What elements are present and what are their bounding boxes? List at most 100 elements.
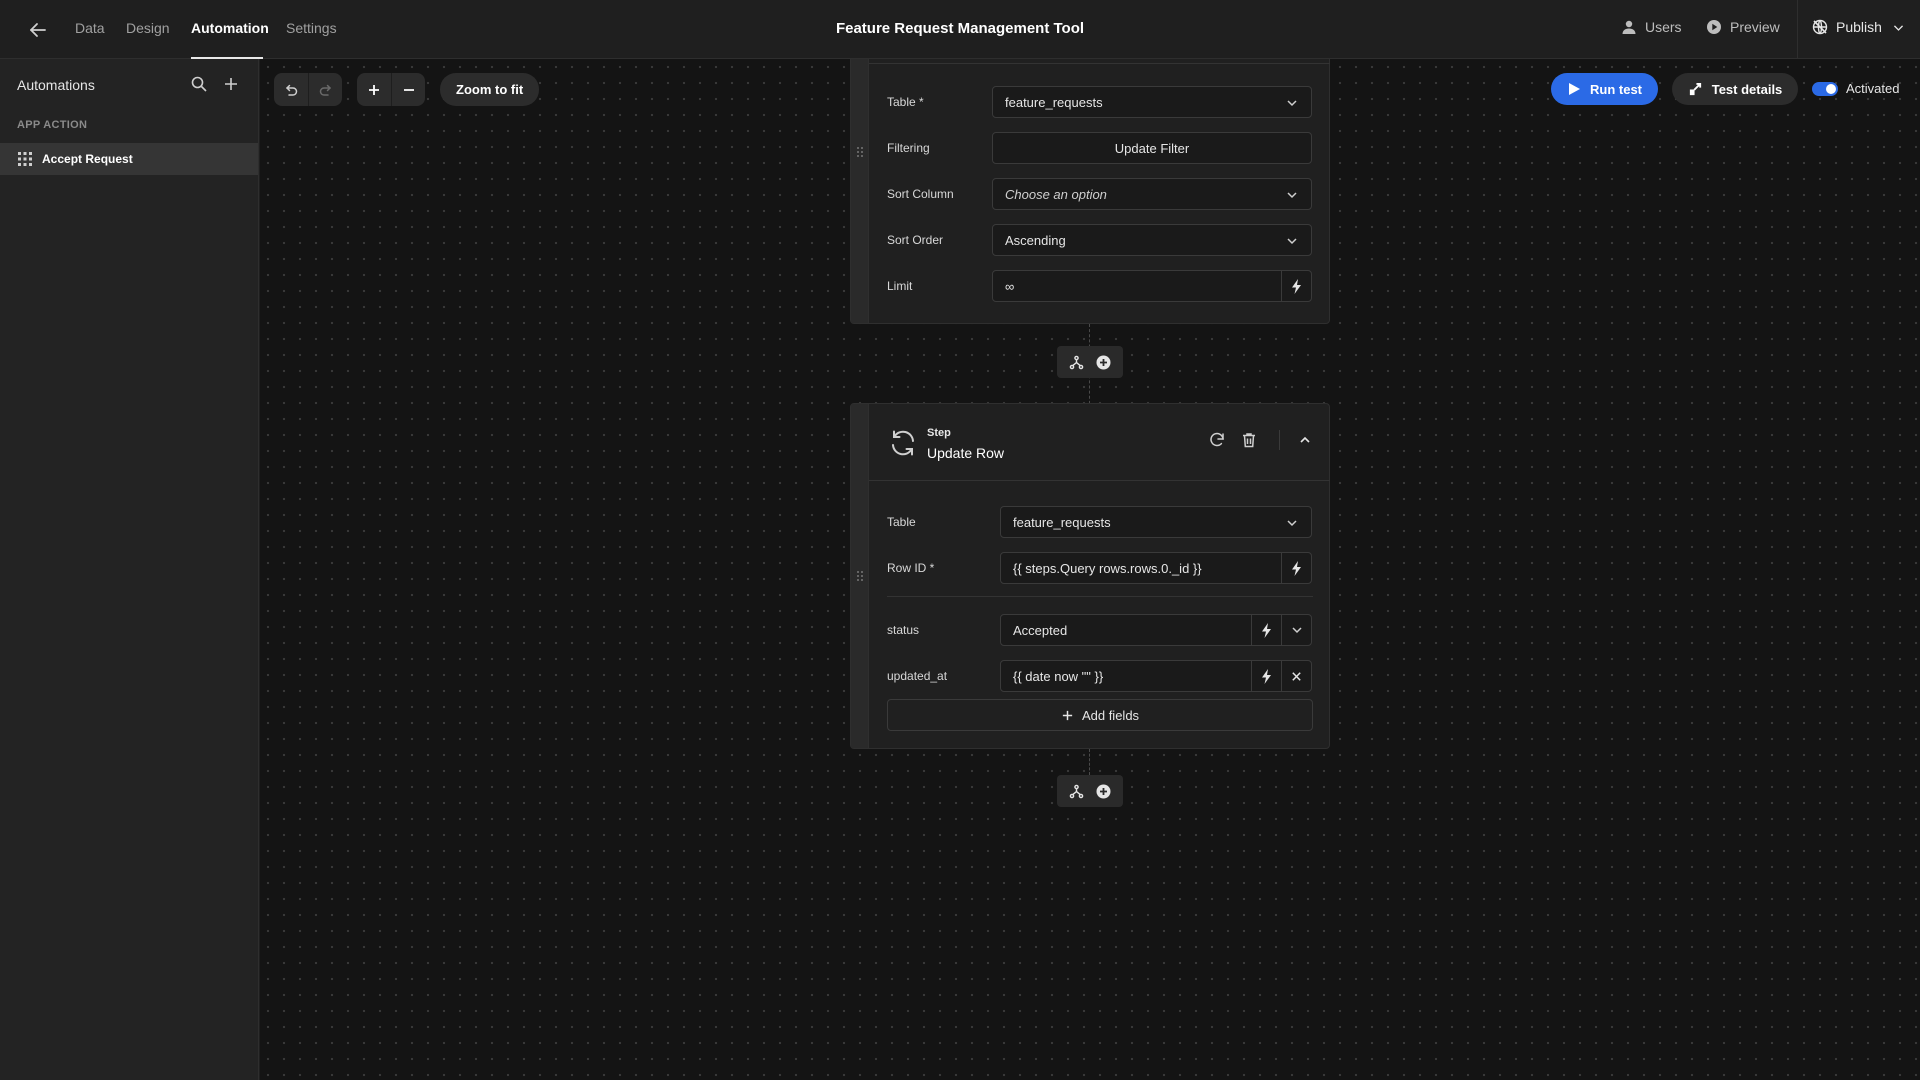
sort-column-label: Sort Column: [887, 187, 954, 201]
test-details-button[interactable]: Test details: [1672, 73, 1798, 105]
sort-order-label: Sort Order: [887, 233, 944, 247]
sidebar-item-accept-request[interactable]: Accept Request: [0, 143, 258, 175]
card-header-divider: [869, 63, 1330, 64]
fields-divider: [887, 596, 1313, 597]
updated-at-value: {{ date now "" }}: [1013, 668, 1104, 684]
top-bar: Data Design Automation Settings Feature …: [0, 0, 1920, 59]
limit-binding-button[interactable]: [1281, 270, 1312, 302]
undo-button[interactable]: [274, 73, 308, 106]
updated-at-label: updated_at: [887, 669, 948, 683]
update-filter-button[interactable]: Update Filter: [992, 132, 1312, 164]
limit-label: Limit: [887, 279, 913, 293]
activated-label: Activated: [1846, 81, 1900, 96]
publish-label: Publish: [1836, 19, 1882, 35]
tab-data[interactable]: Data: [75, 20, 105, 36]
table-select[interactable]: feature_requests: [992, 86, 1312, 118]
lightning-icon: [1292, 560, 1301, 576]
flask-icon: [1689, 82, 1701, 95]
trash-icon[interactable]: [1240, 431, 1258, 449]
tab-design[interactable]: Design: [126, 20, 170, 36]
chevron-down-icon: [1287, 100, 1297, 107]
header-divider: [1279, 430, 1280, 450]
play-icon: [1569, 83, 1580, 95]
status-value: Accepted: [1013, 622, 1068, 638]
sidebar-section-app-action: APP ACTION: [17, 119, 88, 131]
updated-at-input[interactable]: {{ date now "" }}: [1000, 660, 1252, 692]
preview-button[interactable]: Preview: [1706, 19, 1780, 35]
updated-at-binding-button[interactable]: [1251, 660, 1282, 692]
status-binding-button[interactable]: [1251, 614, 1282, 646]
chevron-down-icon: [1893, 24, 1903, 31]
tab-automation[interactable]: Automation: [191, 20, 269, 36]
top-divider: [1797, 0, 1798, 59]
drag-handle-icon: [857, 571, 863, 581]
card-header-divider: [869, 480, 1330, 481]
card-drag-handle[interactable]: [851, 59, 869, 323]
status-dropdown-button[interactable]: [1281, 614, 1312, 646]
add-step-icon[interactable]: [1096, 355, 1111, 370]
refresh-step-icon: [892, 430, 914, 456]
zoom-to-fit-button[interactable]: Zoom to fit: [440, 73, 540, 106]
sort-column-select[interactable]: Choose an option: [992, 178, 1312, 210]
update-table-value: feature_requests: [1013, 514, 1111, 530]
run-test-button[interactable]: Run test: [1551, 73, 1658, 105]
table-select-value: feature_requests: [1005, 94, 1103, 110]
status-label: status: [887, 623, 920, 637]
card-drag-handle[interactable]: [851, 404, 869, 748]
limit-input[interactable]: ∞: [992, 270, 1282, 302]
search-icon[interactable]: [190, 75, 208, 93]
table-label: Table *: [887, 95, 924, 109]
publish-button[interactable]: Publish: [1812, 19, 1905, 35]
add-fields-label: Add fields: [1081, 707, 1140, 723]
row-id-input[interactable]: {{ steps.Query rows.rows.0._id }}: [1000, 552, 1282, 584]
users-button[interactable]: Users: [1621, 19, 1682, 35]
row-id-value: {{ steps.Query rows.rows.0._id }}: [1013, 560, 1202, 576]
query-rows-step-card[interactable]: Table * feature_requests Filtering Updat…: [850, 59, 1330, 324]
sort-order-select[interactable]: Ascending: [992, 224, 1312, 256]
preview-label: Preview: [1730, 19, 1780, 35]
zoom-in-button[interactable]: [357, 73, 391, 106]
tab-settings[interactable]: Settings: [286, 20, 337, 36]
history-controls: [274, 73, 342, 106]
flow-connector-line: [1089, 749, 1090, 775]
plus-icon: [1062, 710, 1073, 720]
sidebar-item-label: Accept Request: [42, 152, 133, 166]
sidebar-title: Automations: [17, 77, 95, 93]
filtering-label: Filtering: [887, 141, 930, 155]
step-connector[interactable]: [1057, 346, 1123, 378]
step-connector[interactable]: [1057, 775, 1123, 807]
limit-value: ∞: [1005, 278, 1015, 294]
user-icon: [1622, 20, 1636, 34]
chevron-down-icon: [1287, 520, 1297, 527]
branch-icon[interactable]: [1069, 355, 1084, 370]
users-label: Users: [1645, 19, 1682, 35]
redo-button[interactable]: [308, 73, 342, 106]
activated-toggle[interactable]: [1812, 82, 1838, 96]
chevron-down-icon: [1287, 238, 1297, 245]
step-title: Update Row: [927, 445, 1005, 461]
refresh-icon[interactable]: [1208, 431, 1226, 449]
update-table-select[interactable]: feature_requests: [1000, 506, 1312, 538]
lightning-icon: [1262, 668, 1271, 684]
automation-canvas[interactable]: Zoom to fit Run test Test details Activa…: [260, 59, 1920, 1080]
add-fields-button[interactable]: Add fields: [887, 699, 1313, 731]
zoom-out-button[interactable]: [391, 73, 425, 106]
chevron-down-icon: [1291, 627, 1302, 634]
row-id-binding-button[interactable]: [1281, 552, 1312, 584]
add-step-icon[interactable]: [1096, 784, 1111, 799]
run-test-label: Run test: [1590, 81, 1642, 97]
branch-icon[interactable]: [1069, 784, 1084, 799]
chevron-up-icon[interactable]: [1296, 431, 1314, 449]
updated-at-clear-button[interactable]: [1281, 660, 1312, 692]
table-label: Table: [887, 515, 916, 529]
row-id-label: Row ID *: [887, 561, 935, 575]
toggle-knob: [1826, 84, 1836, 94]
add-automation-icon[interactable]: [222, 75, 240, 93]
sort-column-placeholder: Choose an option: [1005, 186, 1107, 202]
back-arrow-icon[interactable]: [26, 18, 50, 42]
status-input[interactable]: Accepted: [1000, 614, 1252, 646]
sidebar: Automations APP ACTION Accept Request: [0, 59, 259, 1080]
update-row-step-card[interactable]: Step Update Row Table feature_requests R…: [850, 403, 1330, 749]
redo-icon: [319, 84, 331, 96]
step-kicker: Step: [927, 427, 951, 439]
